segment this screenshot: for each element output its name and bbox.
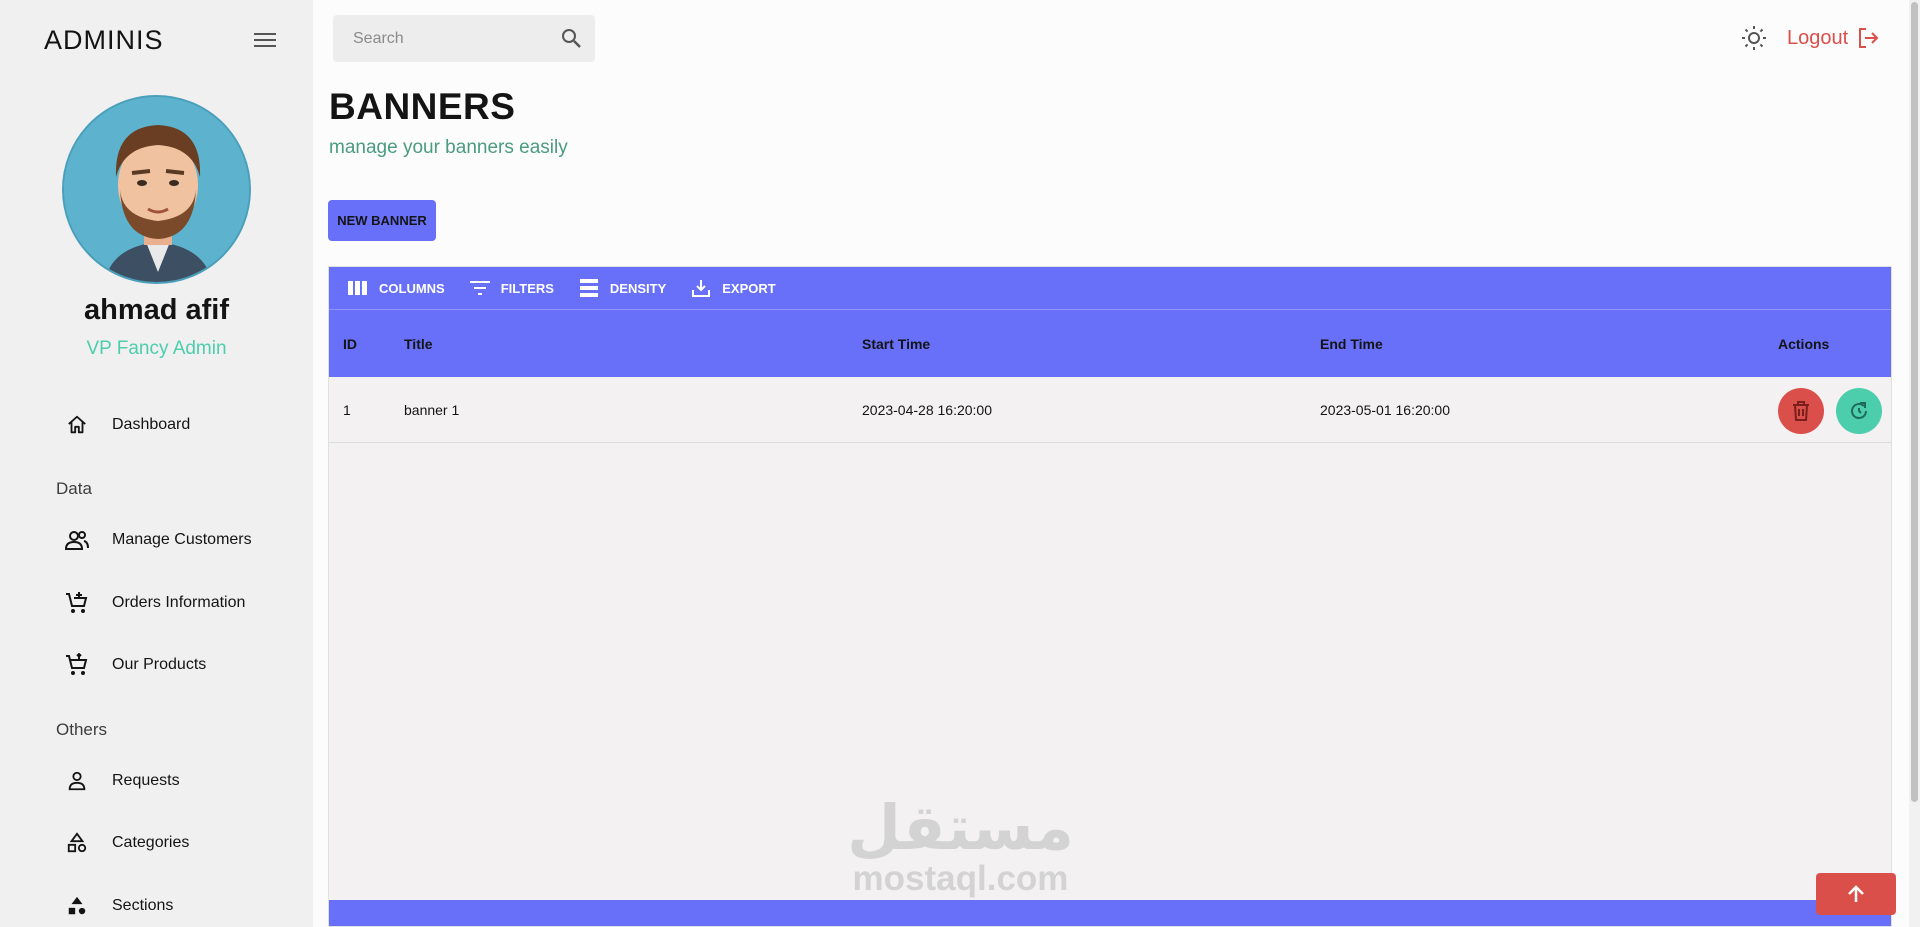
sidebar-item-label: Dashboard — [112, 416, 191, 433]
refresh-icon — [1851, 402, 1867, 419]
column-header-title[interactable]: Title — [404, 310, 433, 378]
light-mode-icon[interactable] — [1741, 25, 1767, 51]
hamburger-menu-icon[interactable] — [251, 26, 279, 54]
density-icon — [578, 277, 600, 299]
profile-role: VP Fancy Admin — [86, 338, 227, 359]
cell-id: 1 — [343, 402, 351, 418]
brand-logo: ADMINIS — [44, 24, 164, 55]
logout-button[interactable]: Logout — [1787, 22, 1880, 54]
cell-start-time: 2023-04-28 16:20:00 — [862, 402, 992, 418]
search-box — [333, 15, 595, 62]
arrow-up-icon — [1848, 885, 1864, 902]
sidebar-item-label: Our Products — [112, 656, 207, 673]
banners-data-grid: COLUMNS FILTERS DENSITY EXPORT ID Title … — [328, 266, 1892, 927]
avatar — [62, 95, 251, 284]
search-icon[interactable] — [559, 26, 583, 50]
nav-section-others: Others — [56, 720, 108, 739]
sidebar-item-label: Sections — [112, 897, 174, 914]
filters-button[interactable]: FILTERS — [461, 272, 562, 304]
cart-add-icon — [64, 590, 90, 616]
sidebar-item-label: Manage Customers — [112, 531, 252, 548]
column-header-id[interactable]: ID — [343, 310, 357, 378]
sidebar-item-label: Orders Information — [112, 594, 246, 611]
logout-icon — [1856, 26, 1880, 50]
density-label: DENSITY — [609, 280, 667, 296]
sidebar-item-label: Categories — [112, 834, 190, 851]
cell-end-time: 2023-05-01 16:20:00 — [1320, 402, 1450, 418]
trash-icon — [1793, 401, 1809, 421]
filters-label: FILTERS — [500, 280, 554, 296]
new-banner-button[interactable]: NEW BANNER — [328, 200, 436, 241]
search-input[interactable] — [353, 29, 553, 48]
shapes-icon — [64, 830, 90, 856]
sidebar-item-our-products[interactable]: Our Products — [64, 645, 206, 685]
page-subtitle: manage your banners easily — [329, 137, 568, 158]
delete-button[interactable] — [1778, 388, 1824, 434]
grid-toolbar: COLUMNS FILTERS DENSITY EXPORT — [329, 267, 1891, 309]
density-button[interactable]: DENSITY — [570, 272, 674, 304]
filter-icon — [469, 277, 491, 299]
columns-button[interactable]: COLUMNS — [339, 272, 453, 304]
sidebar-item-categories[interactable]: Categories — [64, 823, 189, 863]
export-label: EXPORT — [722, 280, 776, 296]
scroll-to-top-button[interactable] — [1816, 873, 1896, 915]
sidebar: ADMINIS ahmad afif VP Fancy Admin Dashbo… — [0, 0, 313, 927]
sidebar-item-manage-customers[interactable]: Manage Customers — [64, 520, 252, 560]
brand-row: ADMINIS — [44, 22, 279, 58]
grid-footer — [329, 900, 1891, 926]
person-icon — [64, 768, 90, 794]
sidebar-item-requests[interactable]: Requests — [64, 761, 180, 801]
scrollbar-thumb[interactable] — [1911, 2, 1918, 802]
column-header-actions: Actions — [1778, 336, 1830, 352]
column-header-start-time[interactable]: Start Time — [862, 310, 930, 378]
category-icon — [64, 893, 90, 919]
cell-title: banner 1 — [404, 402, 460, 418]
page-scrollbar[interactable] — [1909, 0, 1920, 927]
profile-name: ahmad afif — [83, 294, 230, 326]
logout-label: Logout — [1787, 26, 1849, 49]
columns-label: COLUMNS — [379, 280, 445, 296]
sidebar-item-dashboard[interactable]: Dashboard — [64, 405, 190, 445]
cart-icon — [64, 652, 90, 678]
sidebar-item-sections[interactable]: Sections — [64, 886, 173, 926]
nav-section-data: Data — [56, 479, 92, 498]
home-icon — [64, 412, 90, 438]
table-row[interactable]: 1 banner 1 2023-04-28 16:20:00 2023-05-0… — [329, 377, 1891, 443]
export-button[interactable]: EXPORT — [682, 272, 783, 304]
page-title: BANNERS — [329, 86, 516, 127]
view-column-icon — [347, 277, 369, 299]
table-header: ID Title Start Time End Time Actions — [329, 309, 1891, 377]
sidebar-item-label: Requests — [112, 772, 180, 789]
download-icon — [690, 277, 712, 299]
column-header-end-time[interactable]: End Time — [1320, 310, 1383, 378]
update-button[interactable] — [1836, 388, 1882, 434]
people-icon — [64, 527, 90, 553]
sidebar-item-orders-information[interactable]: Orders Information — [64, 583, 245, 623]
